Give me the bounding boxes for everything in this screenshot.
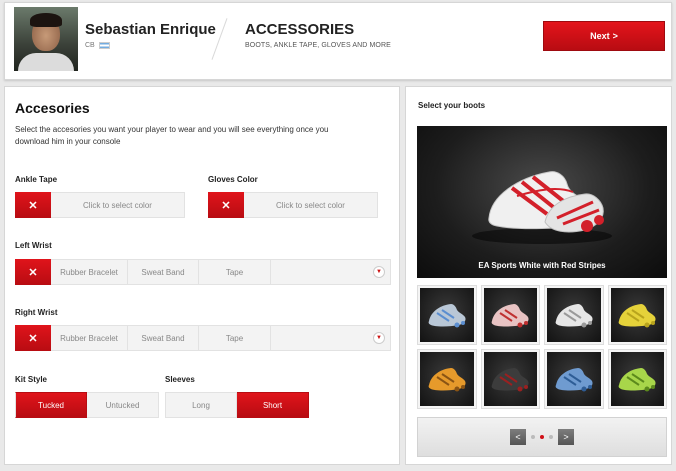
sleeves-option-short[interactable]: Short [237,392,309,418]
ankle-tape-color-select[interactable]: Click to select color [51,192,185,218]
kit-style-option-untucked[interactable]: Untucked [87,392,159,418]
pager-prev-button[interactable]: < [510,429,526,445]
gloves-color-select[interactable]: Click to select color [244,192,378,218]
boot-thumbnail-image [483,288,537,342]
next-button-label: Next [590,31,610,41]
accessories-description: Select the accesories you want your play… [15,125,329,146]
pager-dot[interactable] [549,435,553,439]
boot-thumbnail[interactable] [417,349,477,409]
right-wrist-clear-button[interactable]: ✕ [15,325,51,351]
boot-thumbnail[interactable] [480,349,540,409]
section-title: ACCESSORIES [245,21,355,38]
featured-boot-preview[interactable]: EA Sports White with Red Stripes [417,126,667,278]
boot-thumbnails-grid [417,285,667,409]
gloves-color-label: Gloves Color [208,175,258,184]
boot-icon [491,304,529,328]
pager-dot-active[interactable] [540,435,544,439]
player-avatar [14,7,78,71]
pager-dot[interactable] [531,435,535,439]
left-wrist-option-tape[interactable]: Tape [199,259,271,285]
boot-thumbnail-image [610,288,664,342]
right-wrist-label: Right Wrist [15,308,58,317]
right-wrist-option-sweat-band[interactable]: Sweat Band [128,325,199,351]
kit-style-label: Kit Style [15,375,48,384]
chevron-down-icon: ▼ [373,266,385,278]
sleeves-label: Sleeves [165,375,195,384]
player-header: Sebastian Enrique CB ACCESSORIES BOOTS, … [4,2,672,80]
boot-thumbnail-image [547,288,601,342]
boot-icon [428,368,466,392]
accessories-panel: Accesories Select the accesories you wan… [4,86,400,465]
left-wrist-option-rubber-bracelet[interactable]: Rubber Bracelet [51,259,128,285]
boots-pager: < > [417,417,667,457]
boot-thumbnail-image [610,352,664,406]
boot-icon [491,368,529,392]
accessories-title: Accesories [15,100,90,116]
right-wrist-option-tape[interactable]: Tape [199,325,271,351]
ankle-tape-clear-button[interactable]: ✕ [15,192,51,218]
player-position: CB [85,42,95,49]
kit-style-option-tucked[interactable]: Tucked [15,392,87,418]
gloves-color-clear-button[interactable]: ✕ [208,192,244,218]
boot-icon [555,304,593,328]
boot-thumbnail[interactable] [544,349,604,409]
boot-icon [618,304,656,328]
boot-icon [555,368,593,392]
sleeves-option-long[interactable]: Long [165,392,237,418]
left-wrist-dropdown[interactable]: ▼ [271,259,391,285]
sleeves-toggle: Long Short [165,392,309,418]
left-wrist-selector: ✕ Rubber Bracelet Sweat Band Tape ▼ [15,259,391,285]
boot-thumbnail-image [547,352,601,406]
player-name: Sebastian Enrique [85,21,216,38]
boot-thumbnail[interactable] [607,285,667,345]
right-wrist-dropdown[interactable]: ▼ [271,325,391,351]
featured-boot-caption: EA Sports White with Red Stripes [478,261,606,270]
pager-next-button[interactable]: > [558,429,574,445]
boot-icon [618,368,656,392]
boot-thumbnail-image [420,352,474,406]
argentina-flag-icon [98,42,110,49]
boot-thumbnail[interactable] [417,285,477,345]
boot-thumbnail[interactable] [544,285,604,345]
right-wrist-option-rubber-bracelet[interactable]: Rubber Bracelet [51,325,128,351]
boots-panel: Select your boots EA Sports White with R… [405,86,672,465]
boot-thumbnail[interactable] [607,349,667,409]
boot-icon [428,304,466,328]
boot-icon [472,171,612,244]
left-wrist-option-sweat-band[interactable]: Sweat Band [128,259,199,285]
chevron-down-icon: ▼ [373,332,385,344]
boot-thumbnail[interactable] [480,285,540,345]
boots-title: Select your boots [418,101,486,110]
right-wrist-selector: ✕ Rubber Bracelet Sweat Band Tape ▼ [15,325,391,351]
gloves-color-selector: ✕ Click to select color [208,192,378,218]
boot-thumbnail-image [483,352,537,406]
boot-thumbnail-image [420,288,474,342]
section-subtitle: BOOTS, ANKLE TAPE, GLOVES AND MORE [245,42,391,49]
kit-style-toggle: Tucked Untucked [15,392,159,418]
left-wrist-clear-button[interactable]: ✕ [15,259,51,285]
chevron-right-icon: > [612,31,618,41]
left-wrist-label: Left Wrist [15,241,52,250]
ankle-tape-selector: ✕ Click to select color [15,192,185,218]
player-meta: CB [85,42,110,49]
ankle-tape-label: Ankle Tape [15,175,58,184]
next-button[interactable]: Next > [543,21,665,51]
